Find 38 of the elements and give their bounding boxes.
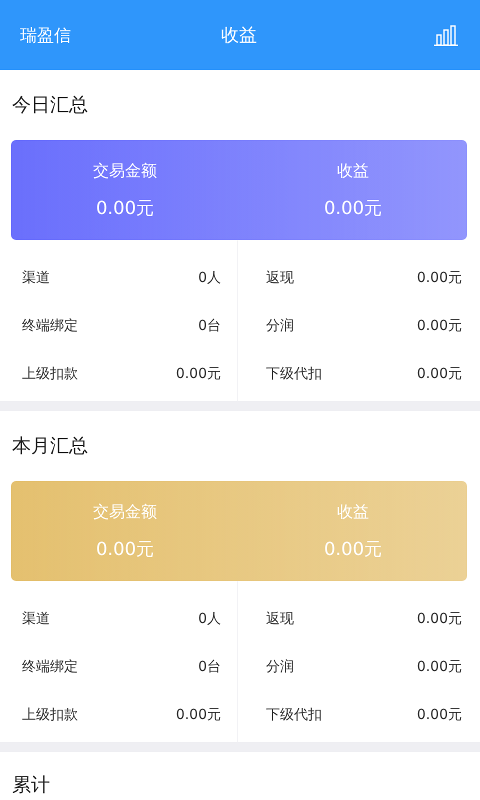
card-value: 0.00元 bbox=[96, 538, 154, 560]
card-value: 0.00元 bbox=[324, 538, 382, 560]
card-label: 收益 bbox=[337, 502, 369, 522]
stat-value: 0.00元 bbox=[176, 365, 221, 383]
stat-label: 终端绑定 bbox=[22, 317, 78, 335]
app-name: 瑞盈信 bbox=[20, 24, 71, 46]
card-label: 收益 bbox=[337, 160, 369, 182]
bar-chart-icon[interactable] bbox=[434, 24, 458, 46]
section-title: 累计 bbox=[12, 773, 50, 798]
stat-value: 0.00元 bbox=[416, 317, 462, 335]
stat-label: 下级代扣 bbox=[266, 706, 322, 724]
stat-label: 渠道 bbox=[22, 610, 50, 628]
stat-label: 返现 bbox=[266, 610, 294, 628]
page-title: 收益 bbox=[221, 24, 257, 47]
stat-value: 0台 bbox=[198, 658, 221, 676]
section-title: 本月汇总 bbox=[12, 434, 88, 459]
stat-value: 0人 bbox=[198, 610, 221, 628]
stat-label: 上级扣款 bbox=[22, 365, 78, 383]
stat-label: 分润 bbox=[266, 658, 294, 676]
stat-value: 0.00元 bbox=[176, 706, 221, 724]
section-title: 今日汇总 bbox=[12, 93, 88, 118]
stat-label: 终端绑定 bbox=[22, 658, 78, 676]
stat-value: 0人 bbox=[198, 269, 221, 287]
stat-value: 0.00元 bbox=[416, 706, 462, 724]
stat-value: 0.00元 bbox=[416, 610, 462, 628]
card-value: 0.00元 bbox=[324, 196, 382, 220]
stat-label: 分润 bbox=[266, 317, 294, 335]
card-label: 交易金额 bbox=[93, 502, 157, 522]
stat-label: 下级代扣 bbox=[266, 365, 322, 383]
stat-value: 0.00元 bbox=[416, 365, 462, 383]
stat-label: 返现 bbox=[266, 269, 294, 287]
stat-value: 0.00元 bbox=[416, 269, 462, 287]
card-label: 交易金额 bbox=[93, 160, 157, 182]
stat-label: 上级扣款 bbox=[22, 706, 78, 724]
stat-value: 0台 bbox=[198, 317, 221, 335]
stat-label: 渠道 bbox=[22, 269, 50, 287]
stat-value: 0.00元 bbox=[416, 658, 462, 676]
card-value: 0.00元 bbox=[96, 196, 154, 220]
